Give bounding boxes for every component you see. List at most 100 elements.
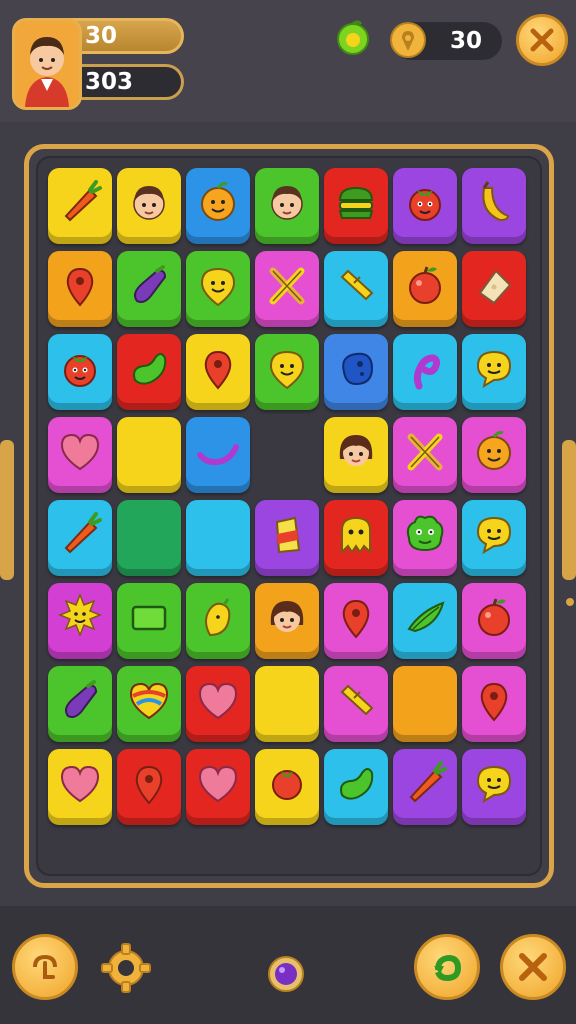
carrot-icon — [64, 180, 102, 222]
apple-icon — [409, 266, 441, 304]
tile-r4-c1[interactable] — [117, 500, 181, 576]
tile-r5-c0[interactable] — [48, 583, 112, 659]
crossed-sticks-icon — [269, 267, 305, 305]
tile-r7-c2[interactable] — [186, 749, 250, 825]
tile-r3-c4[interactable] — [324, 417, 388, 493]
heart-icon — [60, 433, 100, 471]
tile-r2-c5[interactable] — [393, 334, 457, 410]
tile-r1-c2[interactable] — [186, 251, 250, 327]
tile-r5-c6[interactable] — [462, 583, 526, 659]
tile-r5-c4[interactable] — [324, 583, 388, 659]
tile-r7-c4[interactable] — [324, 749, 388, 825]
tile-r6-c6[interactable] — [462, 666, 526, 742]
right-handle — [562, 440, 576, 580]
tile-r4-c3[interactable] — [255, 500, 319, 576]
tomato-face-icon — [64, 355, 96, 387]
burger-icon — [338, 186, 374, 219]
carrot-icon — [409, 761, 447, 803]
smiley-icon — [200, 267, 236, 307]
tile-r7-c3[interactable] — [255, 749, 319, 825]
refresh-button[interactable] — [414, 934, 480, 1000]
tile-r4-c2[interactable] — [186, 500, 250, 576]
eggplant-icon — [134, 265, 167, 303]
heart-icon — [198, 682, 238, 720]
speech-smiley-icon — [476, 765, 512, 804]
mango-icon — [205, 598, 231, 637]
tile-r4-c4[interactable] — [324, 500, 388, 576]
shuffle-button[interactable] — [12, 934, 78, 1000]
tile-r4-c5[interactable] — [393, 500, 457, 576]
boy-avatar-icon — [15, 21, 79, 107]
tile-r3-c6[interactable] — [462, 417, 526, 493]
apple-gem-icon[interactable] — [334, 18, 372, 56]
tile-r6-c3[interactable] — [255, 666, 319, 742]
tile-r1-c0[interactable] — [48, 251, 112, 327]
gear-icon[interactable] — [100, 942, 152, 994]
crossed-sticks-icon — [407, 433, 443, 471]
bean-icon — [133, 353, 167, 385]
tile-r6-c5[interactable] — [393, 666, 457, 742]
rectangle-icon — [131, 605, 167, 631]
pepper-icon — [342, 599, 370, 639]
apple-icon — [478, 598, 510, 636]
tile-r2-c0[interactable] — [48, 334, 112, 410]
tile-r7-c5[interactable] — [393, 749, 457, 825]
tile-r3-c0[interactable] — [48, 417, 112, 493]
tile-r4-c0[interactable] — [48, 500, 112, 576]
shuffle-icon — [33, 954, 57, 979]
bottom-toolbar — [0, 906, 576, 1024]
tile-r7-c0[interactable] — [48, 749, 112, 825]
tile-r1-c1[interactable] — [117, 251, 181, 327]
tile-r2-c1[interactable] — [117, 334, 181, 410]
orange-face-icon — [477, 431, 511, 470]
tomato-face-icon — [409, 189, 441, 221]
carrot-icon — [64, 512, 102, 554]
bar-icon — [340, 684, 374, 716]
tile-r3-c1[interactable] — [117, 417, 181, 493]
tile-r2-c2[interactable] — [186, 334, 250, 410]
tile-r0-c2[interactable] — [186, 168, 250, 244]
tile-r5-c5[interactable] — [393, 583, 457, 659]
tile-r1-c6[interactable] — [462, 251, 526, 327]
tile-r6-c0[interactable] — [48, 666, 112, 742]
tile-r5-c1[interactable] — [117, 583, 181, 659]
tile-r7-c1[interactable] — [117, 749, 181, 825]
girl-face-icon — [270, 601, 304, 632]
tile-r4-c6[interactable] — [462, 500, 526, 576]
boy-face-icon — [133, 186, 165, 220]
tile-r2-c3[interactable] — [255, 334, 319, 410]
player-avatar[interactable] — [12, 18, 82, 110]
heart-icon — [198, 765, 238, 803]
tile-r0-c5[interactable] — [393, 168, 457, 244]
pepper-icon — [66, 267, 94, 307]
boy-face-icon — [271, 186, 303, 220]
tile-r1-c3[interactable] — [255, 251, 319, 327]
tile-r0-c0[interactable] — [48, 168, 112, 244]
tile-r0-c4[interactable] — [324, 168, 388, 244]
tile-r0-c6[interactable] — [462, 168, 526, 244]
close-bottom-button[interactable] — [500, 934, 566, 1000]
tile-r2-c6[interactable] — [462, 334, 526, 410]
tile-r2-c4[interactable] — [324, 334, 388, 410]
close-button[interactable] — [516, 14, 568, 66]
tile-r1-c5[interactable] — [393, 251, 457, 327]
tile-r5-c3[interactable] — [255, 583, 319, 659]
monster-icon — [406, 515, 444, 552]
tile-r0-c1[interactable] — [117, 168, 181, 244]
tile-r3-c5[interactable] — [393, 417, 457, 493]
tomato-icon — [272, 770, 302, 800]
sun-face-icon — [57, 592, 103, 638]
tile-r6-c1[interactable] — [117, 666, 181, 742]
tile-r7-c6[interactable] — [462, 749, 526, 825]
top-hud: 30 303 30 — [0, 0, 576, 122]
purple-gem-icon[interactable] — [266, 952, 306, 996]
tile-r3-c2[interactable] — [186, 417, 250, 493]
leaf-icon — [407, 601, 445, 633]
tile-r6-c2[interactable] — [186, 666, 250, 742]
tile-r6-c4[interactable] — [324, 666, 388, 742]
tile-r1-c4[interactable] — [324, 251, 388, 327]
tile-r0-c3[interactable] — [255, 168, 319, 244]
tile-r5-c2[interactable] — [186, 583, 250, 659]
pepper-icon — [480, 682, 508, 722]
bar-icon — [340, 269, 374, 301]
